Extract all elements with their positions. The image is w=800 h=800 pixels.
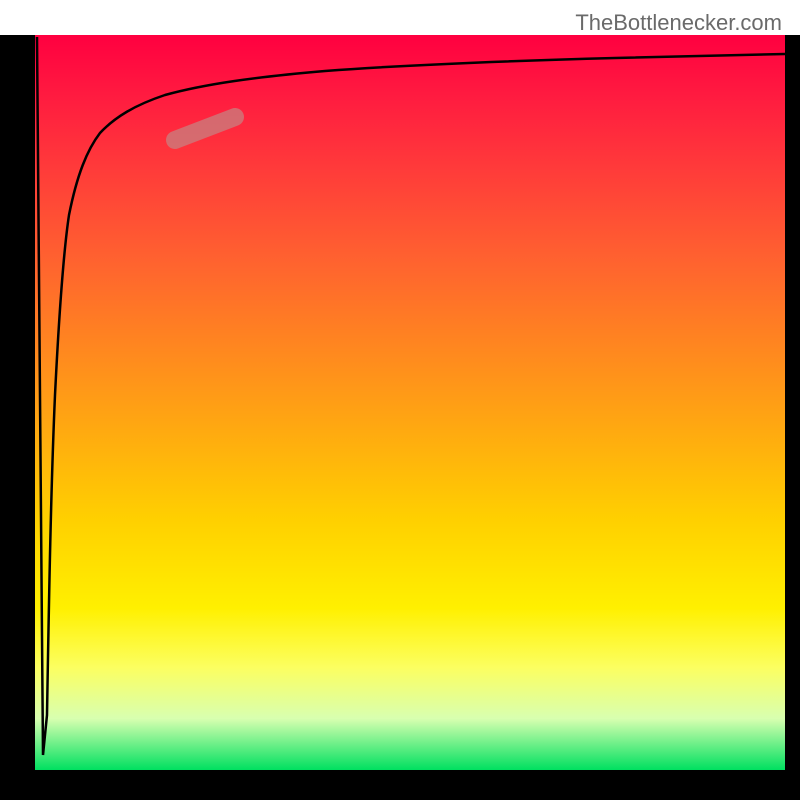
plot-area: [35, 35, 785, 770]
watermark-text: TheBottlenecker.com: [575, 10, 782, 36]
bottleneck-curve: [37, 37, 785, 755]
chart-svg: [35, 35, 785, 770]
x-axis-margin: [0, 770, 800, 800]
y-axis-margin: [0, 35, 35, 770]
highlight-marker: [175, 117, 235, 140]
